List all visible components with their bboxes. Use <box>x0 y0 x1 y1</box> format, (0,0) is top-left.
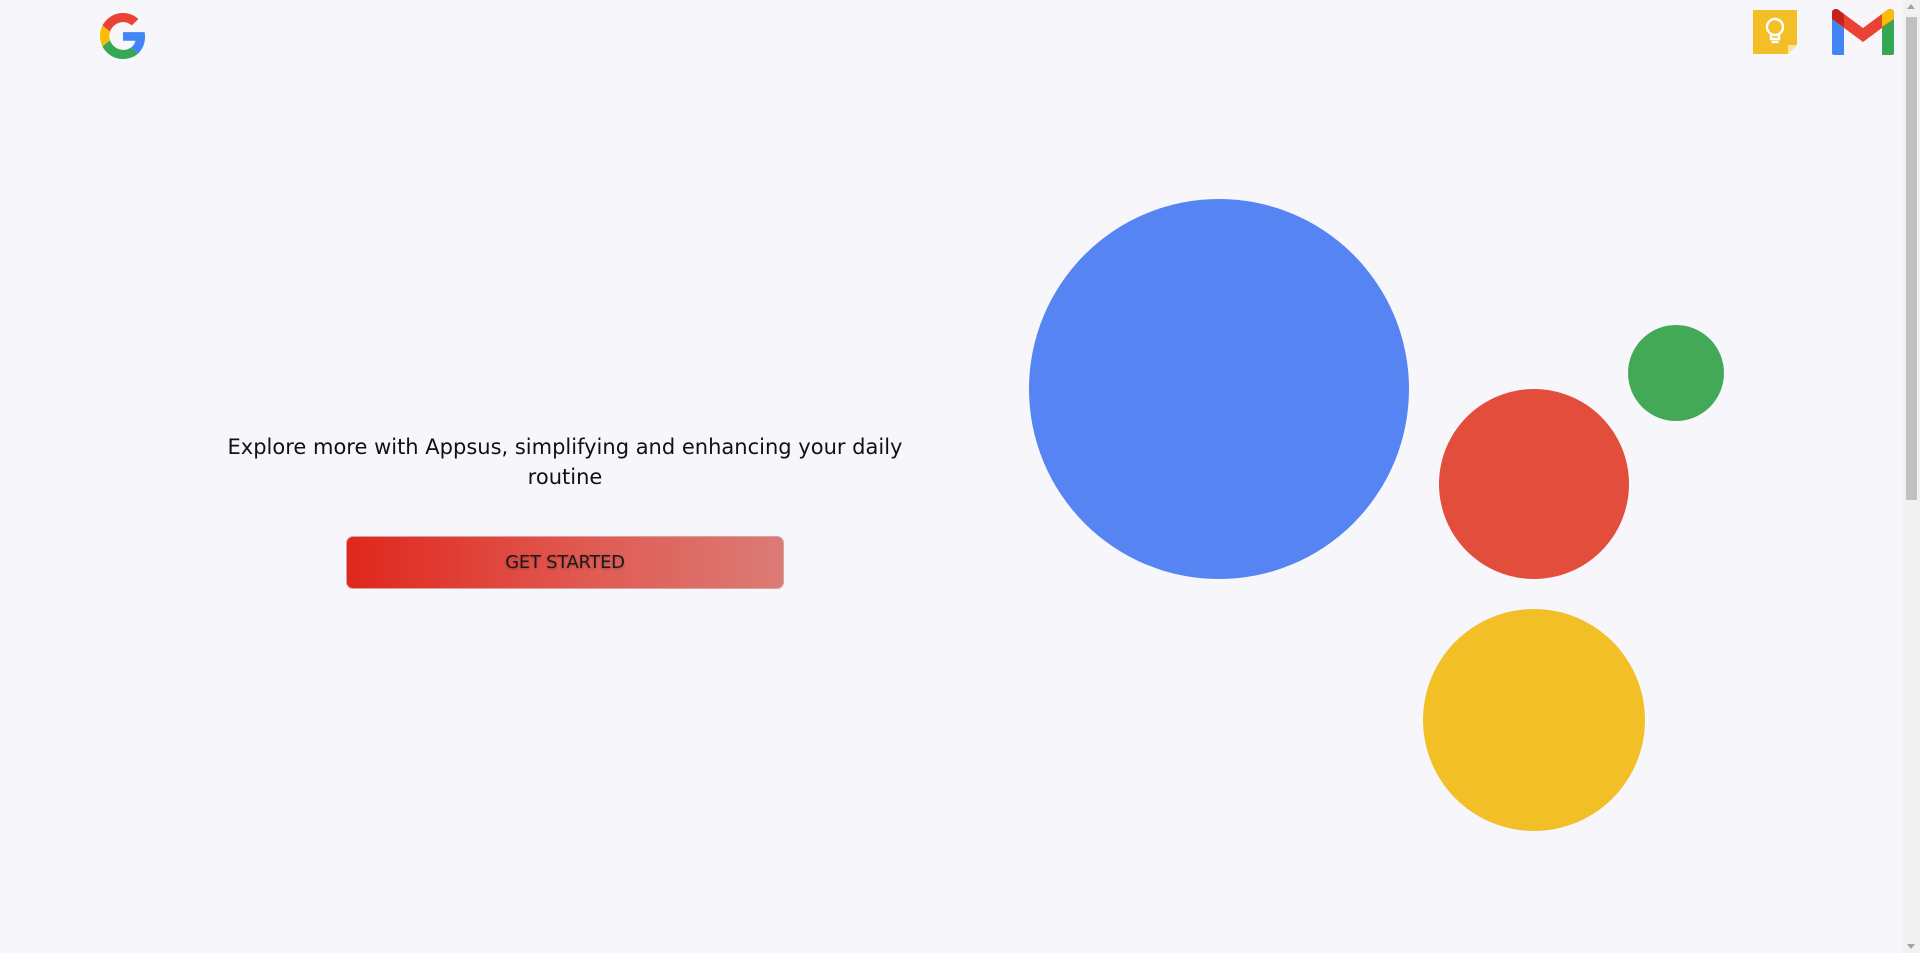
yellow-circle <box>1423 609 1645 831</box>
get-started-button[interactable]: GET STARTED <box>346 536 784 589</box>
scroll-down-arrow-icon[interactable] <box>1907 944 1915 949</box>
google-logo-icon[interactable] <box>100 13 146 59</box>
gmail-m-icon[interactable] <box>1830 7 1896 57</box>
red-circle <box>1439 389 1629 579</box>
landing-page: Explore more with Appsus, simplifying an… <box>0 0 1920 953</box>
keep-lightbulb-icon[interactable] <box>1750 7 1800 57</box>
scroll-up-arrow-icon[interactable] <box>1907 4 1915 9</box>
blue-circle <box>1029 199 1409 579</box>
vertical-scrollbar[interactable] <box>1903 0 1920 953</box>
hero-tagline: Explore more with Appsus, simplifying an… <box>227 435 903 489</box>
green-circle <box>1628 325 1724 421</box>
scrollbar-thumb[interactable] <box>1906 17 1917 500</box>
